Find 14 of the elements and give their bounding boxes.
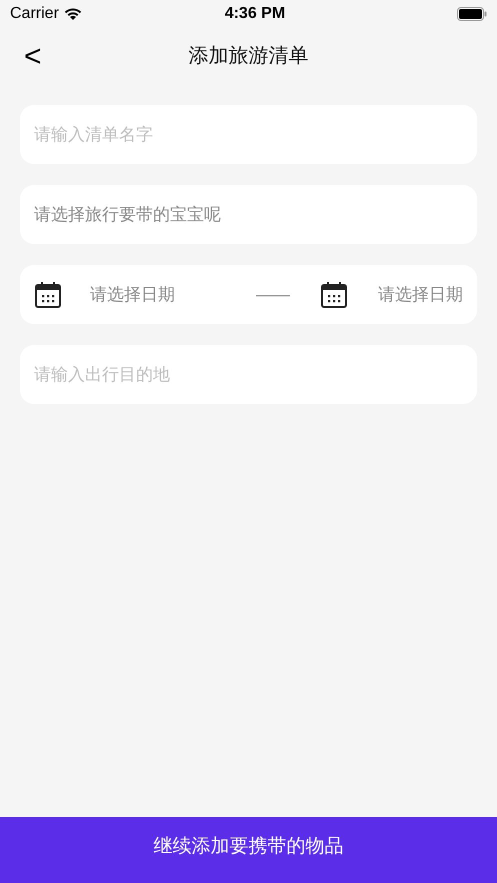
carrier-label: Carrier [10,4,59,24]
battery-icon [457,7,487,21]
time-label: 4:36 PM [224,5,286,22]
calendar-icon [34,280,62,308]
date-separator: —— [256,284,290,306]
back-button[interactable]: < [18,40,48,74]
destination-field[interactable]: 请输入出行目的地 [20,345,477,404]
continue-button[interactable]: 继续添加要携带的物品 [0,817,497,883]
start-date-picker[interactable]: 请选择日期 [90,282,175,308]
calendar-icon [320,280,348,308]
list-name-field[interactable]: 请输入清单名字 [20,105,477,164]
wifi-icon [62,7,83,21]
page-title: 添加旅游清单 [188,44,308,69]
end-date-picker[interactable]: 请选择日期 [378,282,463,308]
